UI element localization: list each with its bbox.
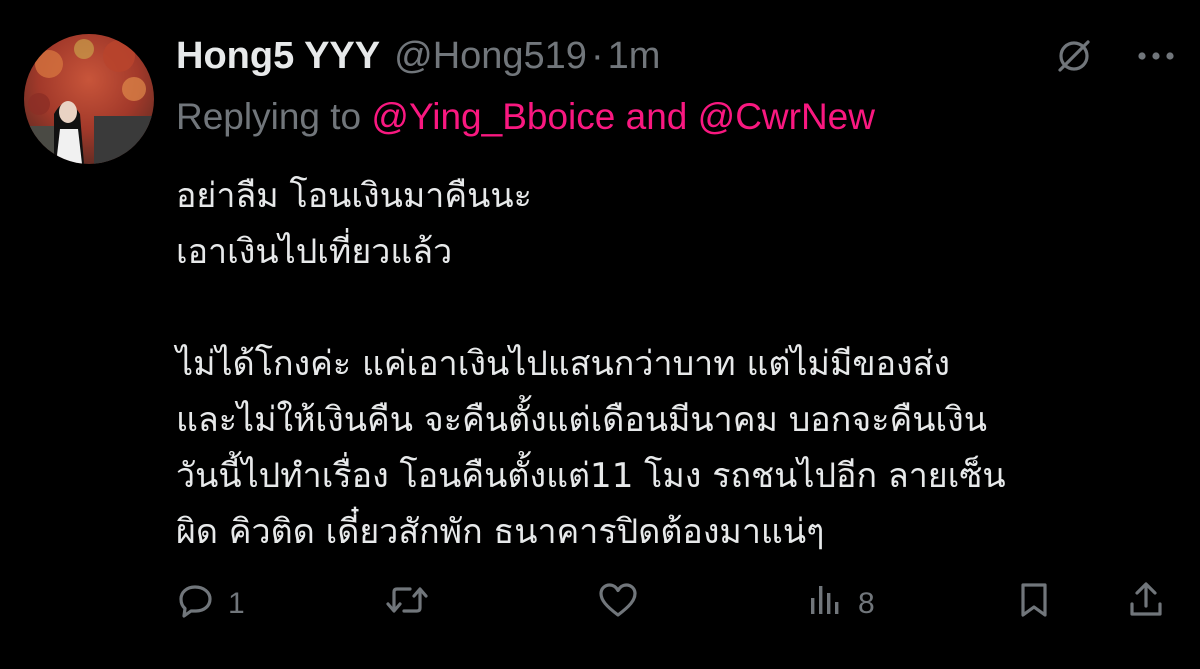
timestamp[interactable]: 1m (608, 28, 661, 84)
mention-link[interactable]: @Ying_Bboice (371, 96, 615, 137)
separator-dot: · (590, 35, 604, 77)
reply-button[interactable]: 1 (176, 578, 245, 630)
share-button[interactable] (1126, 578, 1166, 630)
tweet-text-blank-line (176, 280, 1176, 336)
tweet-text: อย่าลืม โอนเงินมาคืนนะ เอาเงินไปเที่ยวแล… (176, 168, 1176, 560)
replying-to-label: Replying to (176, 96, 372, 137)
retweet-icon (384, 580, 430, 628)
tweet-header: Hong5 YYY @Hong519 · 1m (176, 28, 660, 84)
tweet-text-line: อย่าลืม โอนเงินมาคืนนะ (176, 176, 532, 216)
replying-to-conjunction: and (615, 96, 698, 137)
analytics-bars-icon (806, 580, 846, 628)
header-actions (1054, 28, 1176, 84)
reply-count: 1 (228, 587, 245, 620)
bookmark-icon (1014, 580, 1054, 628)
display-name[interactable]: Hong5 YYY (176, 28, 380, 84)
tweet-text-line: วันนี้ไปทำเรื่อง โอนคืนตั้งแต่11 โมง รถช… (176, 456, 1006, 496)
tweet-action-bar: 1 8 (176, 578, 1176, 630)
reply-bubble-icon (176, 580, 216, 628)
avatar[interactable] (24, 34, 154, 164)
avatar-image (24, 34, 154, 164)
tweet-card[interactable]: Hong5 YYY @Hong519 · 1m Replying to @Yin… (0, 0, 1200, 669)
tweet-text-line: ไม่ได้โกงค่ะ แค่เอาเงินไปแสนกว่าบาท แต่ไ… (176, 344, 950, 384)
mention-link[interactable]: @CwrNew (698, 96, 875, 137)
grok-slash-icon[interactable] (1054, 36, 1094, 76)
tweet-text-line: และไม่ให้เงินคืน จะคืนตั้งแต่เดือนมีนาคม… (176, 400, 987, 440)
views-count: 8 (858, 587, 875, 620)
tweet-text-line: เอาเงินไปเที่ยวแล้ว (176, 232, 453, 272)
views-button[interactable]: 8 (806, 578, 875, 630)
heart-icon (596, 580, 640, 628)
bookmark-button[interactable] (1014, 578, 1054, 630)
more-dots-icon[interactable] (1136, 50, 1176, 62)
retweet-button[interactable] (384, 578, 442, 630)
user-handle[interactable]: @Hong519 (394, 28, 587, 84)
replying-to-line: Replying to @Ying_Bboice and @CwrNew (176, 92, 875, 142)
like-button[interactable] (596, 578, 652, 630)
share-upload-icon (1126, 580, 1166, 628)
tweet-text-line: ผิด คิวติด เดี๋ยวสักพัก ธนาคารปิดต้องมาแ… (176, 512, 825, 552)
